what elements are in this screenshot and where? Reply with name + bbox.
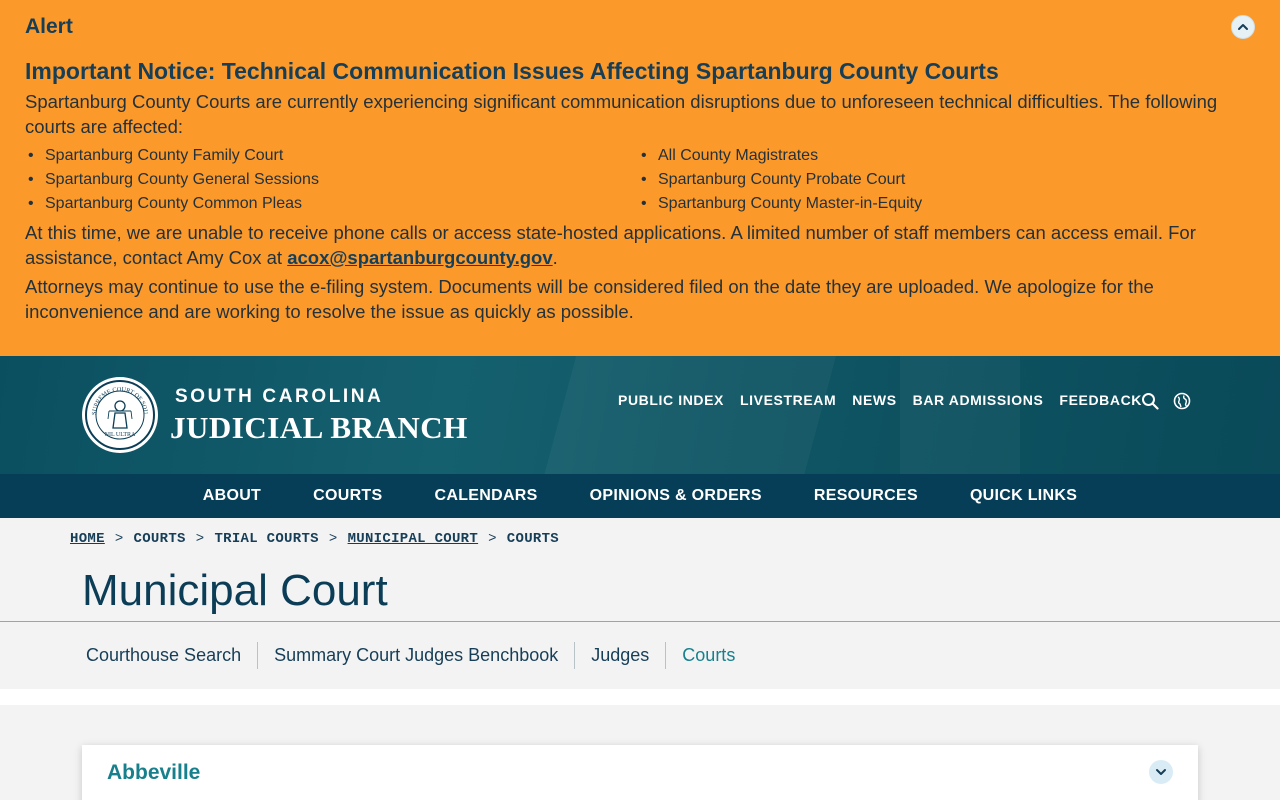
breadcrumb-municipal-court[interactable]: MUNICIPAL COURT — [348, 531, 479, 547]
page-title: Municipal Court — [82, 566, 388, 615]
utility-link-news[interactable]: NEWS — [852, 392, 896, 408]
list-item: Spartanburg County General Sessions — [25, 168, 319, 192]
court-seal-logo[interactable]: SUPREME COURT OF SOUTH CAROLINA NIL ULTR… — [82, 377, 158, 453]
list-item: Spartanburg County Common Pleas — [25, 192, 319, 216]
brand-state[interactable]: SOUTH CAROLINA — [175, 386, 383, 408]
seal-text-bottom: NIL ULTRA — [105, 432, 136, 438]
header-background-decoration — [538, 356, 842, 474]
alert-intro: Spartanburg County Courts are currently … — [25, 91, 1218, 137]
court-accordion-item[interactable]: Abbeville — [82, 745, 1198, 800]
list-item: Spartanburg County Master-in-Equity — [638, 192, 922, 216]
list-item: Spartanburg County Family Court — [25, 144, 319, 168]
breadcrumb-separator: > — [114, 531, 124, 547]
utility-nav: PUBLIC INDEX LIVESTREAM NEWS BAR ADMISSI… — [618, 392, 1142, 408]
alert-title: Alert — [25, 15, 73, 38]
site-header: SUPREME COURT OF SOUTH CAROLINA NIL ULTR… — [0, 356, 1280, 474]
subnav-item-judges[interactable]: Judges — [574, 642, 665, 669]
breadcrumb: HOME > COURTS > TRIAL COURTS > MUNICIPAL… — [70, 531, 559, 547]
breadcrumb-home[interactable]: HOME — [70, 531, 105, 547]
list-item: Spartanburg County Probate Court — [638, 168, 922, 192]
alert-efiling-paragraph: Attorneys may continue to use the e-fili… — [25, 276, 1154, 322]
header-background-decoration — [900, 356, 1020, 474]
main-nav: ABOUT COURTS CALENDARS OPINIONS & ORDERS… — [0, 474, 1280, 518]
globe-icon[interactable] — [1173, 392, 1191, 410]
alert-collapse-button[interactable] — [1231, 15, 1255, 39]
list-item: All County Magistrates — [638, 144, 922, 168]
breadcrumb-separator: > — [328, 531, 338, 547]
subnav-item-courthouse-search[interactable]: Courthouse Search — [70, 642, 257, 669]
breadcrumb-current: COURTS — [506, 531, 560, 547]
search-icon[interactable] — [1141, 392, 1159, 410]
affected-courts-list-left: Spartanburg County Family Court Spartanb… — [25, 144, 319, 216]
alert-contact-text: At this time, we are unable to receive p… — [25, 222, 1196, 268]
chevron-down-icon — [1156, 769, 1166, 775]
subnav-item-benchbook[interactable]: Summary Court Judges Benchbook — [257, 642, 574, 669]
contact-email-link[interactable]: acox@spartanburgcounty.gov — [287, 247, 552, 268]
divider — [0, 621, 1280, 622]
nav-item-about[interactable]: ABOUT — [203, 487, 261, 505]
section-separator — [0, 689, 1280, 705]
breadcrumb-courts: COURTS — [133, 531, 186, 547]
chevron-up-icon — [1238, 24, 1248, 30]
utility-link-public-index[interactable]: PUBLIC INDEX — [618, 392, 724, 408]
accordion-expand-button[interactable] — [1149, 760, 1173, 784]
seal-icon: SUPREME COURT OF SOUTH CAROLINA NIL ULTR… — [84, 379, 155, 450]
utility-link-bar-admissions[interactable]: BAR ADMISSIONS — [913, 392, 1044, 408]
utility-link-feedback[interactable]: FEEDBACK — [1059, 392, 1142, 408]
alert-heading: Important Notice: Technical Communicatio… — [25, 58, 999, 84]
nav-item-courts[interactable]: COURTS — [313, 487, 382, 505]
subnav-item-courts[interactable]: Courts — [665, 642, 751, 669]
utility-link-livestream[interactable]: LIVESTREAM — [740, 392, 836, 408]
affected-courts-list-right: All County Magistrates Spartanburg Count… — [638, 144, 922, 216]
nav-item-opinions-orders[interactable]: OPINIONS & ORDERS — [590, 487, 762, 505]
accordion-title[interactable]: Abbeville — [107, 761, 200, 785]
breadcrumb-separator: > — [195, 531, 205, 547]
brand-title[interactable]: JUDICIAL BRANCH — [170, 410, 468, 446]
breadcrumb-trial-courts: TRIAL COURTS — [214, 531, 319, 547]
nav-item-resources[interactable]: RESOURCES — [814, 487, 918, 505]
alert-contact-end: . — [552, 247, 558, 268]
alert-contact-paragraph: At this time, we are unable to receive p… — [25, 220, 1255, 270]
alert-banner: Alert Important Notice: Technical Commun… — [0, 0, 1280, 356]
nav-item-quick-links[interactable]: QUICK LINKS — [970, 487, 1077, 505]
breadcrumb-separator: > — [488, 531, 497, 547]
nav-item-calendars[interactable]: CALENDARS — [434, 487, 537, 505]
section-subnav: Courthouse Search Summary Court Judges B… — [70, 642, 751, 669]
